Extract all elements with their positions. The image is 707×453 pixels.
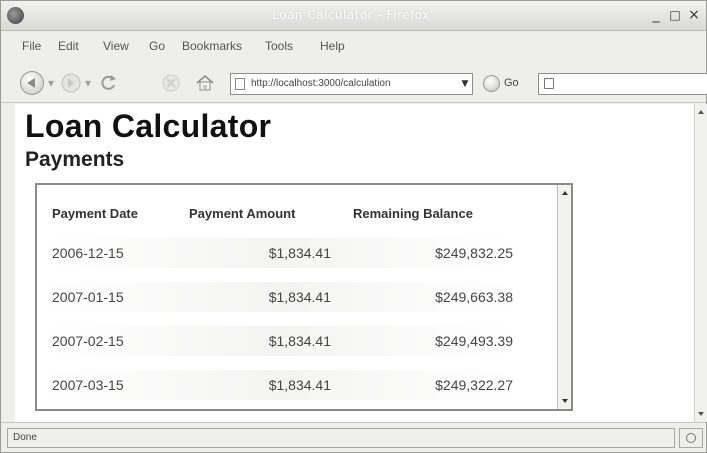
- payment-amount: $1,834.41: [268, 377, 331, 393]
- menu-view[interactable]: View: [103, 39, 129, 53]
- frame-scrollbar[interactable]: [557, 185, 571, 409]
- window-title: Loan Calculator - Firefox: [272, 8, 430, 22]
- scroll-down-icon[interactable]: [698, 412, 704, 416]
- home-icon[interactable]: [194, 72, 216, 94]
- scroll-up-icon[interactable]: [562, 191, 568, 195]
- connection-status-icon[interactable]: [686, 433, 696, 443]
- firefox-icon[interactable]: [7, 7, 24, 24]
- status-icon-panel: [679, 428, 703, 448]
- stop-icon[interactable]: [160, 72, 182, 94]
- menu-edit[interactable]: Edit: [58, 39, 79, 53]
- go-arrow-icon[interactable]: [483, 75, 500, 92]
- title-bar: Loan Calculator - Firefox _ □ ×: [1, 1, 706, 31]
- reload-icon[interactable]: [97, 72, 119, 94]
- forward-arrow-icon[interactable]: [60, 72, 82, 94]
- remaining-balance: $249,322.27: [435, 377, 513, 393]
- menu-go[interactable]: Go: [149, 39, 165, 53]
- url-dropdown-icon[interactable]: ▼: [458, 74, 472, 94]
- column-header-balance: Remaining Balance: [353, 206, 473, 221]
- payment-date: 2007-02-15: [52, 333, 124, 349]
- remaining-balance: $249,493.39: [435, 333, 513, 349]
- menu-bookmarks[interactable]: Bookmarks: [182, 39, 242, 53]
- browser-window: Loan Calculator - Firefox _ □ × File Edi…: [0, 0, 707, 453]
- status-bar: Done: [1, 422, 706, 452]
- menu-file[interactable]: File: [22, 39, 41, 53]
- status-panel: Done: [7, 428, 675, 448]
- url-bar[interactable]: http://localhost:3000/calculation: [230, 73, 473, 95]
- forward-dropdown-icon[interactable]: ▾: [85, 76, 91, 90]
- payments-frame: Payment Date Payment Amount Remaining Ba…: [35, 183, 573, 411]
- maximize-button[interactable]: □: [666, 6, 684, 24]
- back-dropdown-icon[interactable]: ▾: [48, 76, 54, 90]
- go-button[interactable]: Go: [504, 77, 519, 89]
- section-title: Payments: [25, 148, 125, 171]
- scroll-up-icon[interactable]: [698, 110, 704, 114]
- close-button[interactable]: ×: [685, 6, 703, 24]
- menu-bar: File Edit View Go Bookmarks Tools Help: [1, 31, 706, 59]
- status-text: Done: [13, 432, 37, 443]
- menu-tools[interactable]: Tools: [265, 39, 293, 53]
- remaining-balance: $249,832.25: [435, 245, 513, 261]
- payment-date: 2007-01-15: [52, 289, 124, 305]
- payment-amount: $1,834.41: [268, 289, 331, 305]
- page-title: Loan Calculator: [25, 108, 272, 144]
- column-header-date: Payment Date: [52, 206, 138, 221]
- remaining-balance: $249,663.38: [435, 289, 513, 305]
- payment-amount: $1,834.41: [268, 245, 331, 261]
- minimize-button[interactable]: _: [647, 6, 665, 24]
- search-engine-icon[interactable]: [544, 78, 554, 89]
- payment-amount: $1,834.41: [268, 333, 331, 349]
- page-scrollbar[interactable]: [694, 104, 707, 422]
- payment-date: 2007-03-15: [52, 377, 124, 393]
- search-input[interactable]: [538, 73, 707, 95]
- payment-date: 2006-12-15: [52, 245, 124, 261]
- page-content: Loan Calculator Payments Payment Date Pa…: [15, 104, 694, 422]
- menu-help[interactable]: Help: [320, 39, 345, 53]
- url-text[interactable]: http://localhost:3000/calculation: [251, 78, 461, 89]
- column-header-amount: Payment Amount: [189, 206, 296, 221]
- navigation-toolbar: ▾ ▾ http://localhost:3000/calculation ▼ …: [1, 63, 707, 103]
- scroll-down-icon[interactable]: [562, 399, 568, 403]
- page-icon: [235, 78, 245, 90]
- back-arrow-icon[interactable]: [20, 71, 44, 95]
